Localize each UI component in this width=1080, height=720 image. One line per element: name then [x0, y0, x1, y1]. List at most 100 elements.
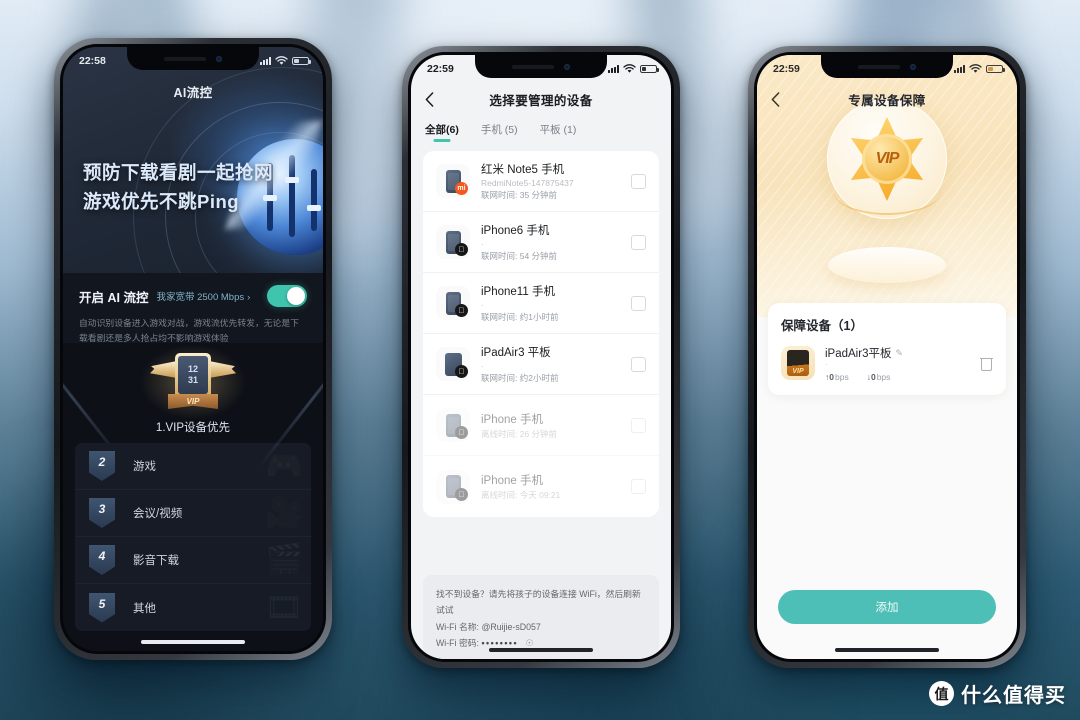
front-camera-icon [564, 63, 570, 70]
wifi-name-row: Wi-Fi 名称: @Ruijie-sD057 [436, 619, 646, 635]
medal-date-bottom: 31 [187, 375, 198, 385]
front-camera-icon [910, 63, 916, 70]
hero-headline: 预防下载看剧一起抢网 游戏优先不跳Ping [83, 159, 273, 216]
priority-row[interactable]: 5 其他 🎞 [75, 584, 311, 631]
device-row[interactable]:  iPhone11 手机 · 联网时间: 约1小时前 [423, 273, 659, 334]
device-checkbox[interactable] [631, 173, 646, 189]
device-row-offline[interactable]:  iPhone 手机 离线时间: 26 分钟前 [423, 395, 659, 456]
priority-row[interactable]: 3 会议/视频 🎥 [75, 490, 311, 537]
device-phone-icon:  [436, 469, 470, 504]
device-row[interactable]:  iPadAir3 平板 · 联网时间: 约2小时前 [423, 334, 659, 395]
guaranteed-devices-card: 保障设备（1） VIP iPadAir3平板 ✎ · ↑0bps ↓0bps [768, 303, 1006, 395]
medal-date-top: 12 [187, 363, 198, 374]
nav-bar: chevron-left-icon AI流控 [63, 73, 323, 109]
vip-pedestal [828, 247, 946, 283]
status-time: 22:59 [427, 63, 454, 75]
device-time: 联网时间: 54 分钟前 [481, 251, 558, 261]
upload-value: 0 [829, 371, 834, 382]
priority-row-label: 影音下载 [133, 555, 179, 567]
tab-tablets[interactable]: 平板 (1) [540, 122, 577, 142]
nav-bar: 专属设备保障 [757, 81, 1017, 117]
tab-all[interactable]: 全部(6) [425, 122, 459, 142]
download-rate: ↓0bps [867, 372, 891, 382]
wifi-password-label: Wi-Fi 密码: [436, 637, 479, 648]
download-value: 0 [870, 371, 876, 382]
device-row[interactable]: mi 红米 Note5 手机 RedmiNote5-147875437 联网时间… [423, 151, 659, 212]
earpiece-speaker [512, 64, 554, 69]
pencil-icon[interactable]: ✎ [895, 348, 903, 359]
device-phone-icon:  [436, 286, 470, 320]
vip-badge-icon: VIP [827, 99, 947, 219]
device-phone-icon: mi [436, 164, 470, 198]
bandwidth-link[interactable]: 我家宽带 2500 Mbps › [156, 289, 250, 303]
priority-rank-badge: 2 [89, 451, 115, 481]
battery-icon [986, 64, 1005, 74]
tab-phones[interactable]: 手机 (5) [481, 122, 518, 142]
device-checkbox[interactable] [631, 417, 646, 433]
upload-unit: bps [834, 371, 849, 382]
device-checkbox[interactable] [631, 479, 646, 494]
phone-mockup-ai-flow-control: 22:58 chevron-left-icon AI流控 [54, 38, 332, 660]
notch [821, 55, 953, 78]
page-title: 专属设备保障 [848, 93, 926, 108]
vip-medal-icon: 12 31 VIP [138, 343, 248, 421]
apple-brand-icon:  [455, 426, 468, 439]
device-name: iPhone 手机 [481, 475, 544, 487]
back-button[interactable] [771, 91, 793, 107]
signal-bars-icon [260, 57, 271, 65]
device-checkbox[interactable] [631, 356, 646, 372]
device-time: 离线时间: 26 分钟前 [481, 428, 558, 439]
signal-bars-icon [608, 65, 619, 73]
card-title: 保障设备（1） [781, 319, 863, 333]
add-button[interactable]: 添加 [778, 590, 996, 624]
device-checkbox[interactable] [631, 234, 646, 250]
clapperboard-icon: 🎬 [265, 543, 303, 577]
device-phone-icon:  [436, 225, 470, 259]
watermark: 值 什么值得买 [929, 679, 1066, 708]
device-row[interactable]:  iPhone6 手机 · 联网时间: 54 分钟前 [423, 212, 659, 273]
home-indicator[interactable] [835, 648, 939, 652]
device-row-offline[interactable]:  iPhone 手机 离线时间: 今天 09:21 [423, 456, 659, 517]
device-name: 红米 Note5 手机 [481, 164, 565, 176]
vip-device-icon-label: VIP [787, 350, 809, 377]
guaranteed-device-sub: · [825, 360, 828, 369]
priority-section: 12 31 VIP 1.VIP设备优先 2 游戏 🎮 3 会议/视频 🎥 4 影… [63, 343, 323, 651]
device-name: iPhone6 手机 [481, 225, 550, 237]
film-strip-icon: 🎞 [264, 591, 303, 624]
device-time: 离线时间: 今天 09:21 [481, 490, 561, 500]
ai-flow-control-switch[interactable] [267, 285, 307, 307]
vip-device-icon: VIP [781, 346, 815, 381]
device-name: iPhone 手机 [481, 413, 544, 426]
device-name: iPhone11 手机 [481, 286, 555, 298]
front-camera-icon [216, 55, 222, 62]
wifi-name-value: @Ruijie-sD057 [481, 621, 541, 632]
device-time: 联网时间: 约2小时前 [481, 373, 559, 383]
home-indicator[interactable] [489, 648, 593, 652]
priority-rank-badge: 3 [89, 498, 115, 528]
apple-brand-icon:  [455, 304, 468, 317]
priority-row[interactable]: 2 游戏 🎮 [75, 443, 311, 490]
guaranteed-device-row[interactable]: VIP iPadAir3平板 ✎ · ↑0bps ↓0bps [781, 345, 993, 382]
battery-icon [640, 64, 659, 74]
device-type-tabs: 全部(6) 手机 (5) 平板 (1) [411, 117, 671, 147]
apple-brand-icon:  [455, 487, 468, 501]
device-checkbox[interactable] [631, 295, 646, 311]
earpiece-speaker [164, 56, 206, 61]
vip-badge-text: VIP [862, 134, 912, 184]
battery-icon [292, 56, 311, 66]
xiaomi-brand-icon: mi [455, 182, 468, 195]
back-button[interactable] [425, 91, 447, 107]
video-camera-icon: 🎥 [265, 496, 303, 530]
toggle-title: 开启 AI 流控 [79, 290, 149, 305]
bandwidth-label: 我家宽带 2500 Mbps [156, 292, 245, 303]
priority-row-label: 会议/视频 [133, 508, 183, 520]
nav-bar: 选择要管理的设备 [411, 81, 671, 117]
status-time: 22:58 [79, 55, 106, 67]
device-mac: · [481, 300, 484, 310]
priority-rank-badge: 4 [89, 545, 115, 575]
priority-row[interactable]: 4 影音下载 🎬 [75, 537, 311, 584]
home-indicator[interactable] [141, 640, 245, 644]
trash-icon[interactable] [980, 356, 993, 371]
device-name: iPadAir3 平板 [481, 347, 551, 359]
phone-mockup-device-picker: 22:59 选择要管理的设备 全部(6) 手机 (5) 平板 (1) mi 红米… [402, 46, 680, 668]
